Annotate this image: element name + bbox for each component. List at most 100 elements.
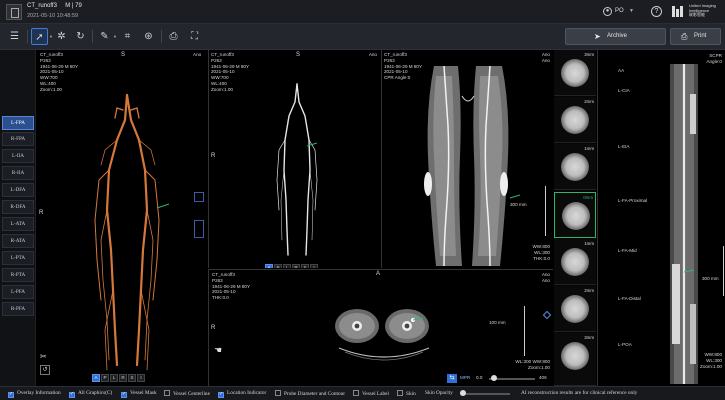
vessel-cross-section <box>561 153 589 181</box>
display-options-bar: ✓ Overlay Information ✓ All Graphics(C) ✓ V… <box>0 386 725 400</box>
overlay-tag: Ano <box>541 58 550 63</box>
overlay-information-checkbox[interactable]: ✓ Overlay Information <box>8 390 61 398</box>
vessel-item-l-fpa[interactable]: L-FPA <box>2 116 34 130</box>
orientation-top: A <box>376 271 381 277</box>
segment-label: L-CIA <box>618 88 630 93</box>
direction-s-button[interactable]: S <box>128 374 136 382</box>
export-icon[interactable]: ⎙ <box>165 28 182 45</box>
scale-bar <box>545 186 546 236</box>
vessel-item-l-pfa[interactable]: L-PFA <box>2 285 34 299</box>
vessel-item-l-ata[interactable]: L-ATA <box>2 217 34 231</box>
vessel-cross-section <box>561 59 589 87</box>
axial-image <box>335 309 430 361</box>
axial-viewport[interactable]: CT_runoff3 P263 1941-06-29 M 80Y 2021-05… <box>208 269 553 386</box>
direction-a-button[interactable]: A <box>265 264 273 268</box>
direction-p-button[interactable]: P <box>101 374 109 382</box>
direction-r-button[interactable]: R <box>119 374 127 382</box>
direction-r-button[interactable]: R <box>292 264 300 268</box>
direction-i-button[interactable]: I <box>137 374 145 382</box>
skin-checkbox[interactable]: Skin <box>397 390 416 397</box>
study-datetime: 2021-05-10 10:48:59 <box>27 13 79 19</box>
overlay-info: CT_runoff3 P263 1941-06-29 M 80Y 2021-05… <box>212 272 251 301</box>
direction-a-button[interactable]: A <box>92 374 100 382</box>
measure-icon[interactable]: ⌗ <box>119 28 136 45</box>
cpr-viewport[interactable]: CT_runoff3 P263 1941-06-29 M 80Y 2021-05… <box>381 50 553 268</box>
mpr-toggle-icon[interactable]: ⇆ <box>447 374 457 383</box>
vessel-centerline-checkbox[interactable]: Vessel Centerline <box>164 390 210 397</box>
vessel-item-r-ata[interactable]: R-ATA <box>2 234 34 248</box>
direction-l-button[interactable]: L <box>283 264 291 268</box>
chevron-down-icon[interactable]: ▼ <box>629 8 634 14</box>
fullscreen-icon[interactable]: ⛶ <box>186 28 203 45</box>
scissors-icon[interactable]: ✂ <box>40 352 50 362</box>
probe-diameter-checkbox[interactable]: Probe Diameter and Contour <box>275 390 345 397</box>
user-icon[interactable]: ● <box>603 7 612 16</box>
checkbox-checked-icon: ✓ <box>218 392 224 398</box>
print-button[interactable]: ⎙ Print <box>670 28 721 45</box>
vessel-item-l-dfa[interactable]: L-DFA <box>2 183 34 197</box>
segment-label: L-EIA <box>618 144 630 149</box>
cross-section-cell[interactable]: 3mm <box>554 333 596 386</box>
vessel-item-l-iia[interactable]: L-IIA <box>2 149 34 163</box>
skin-opacity-label: Skin Opacity <box>425 390 453 396</box>
cross-section-cell[interactable]: 2mm <box>554 97 596 143</box>
all-graphics-checkbox[interactable]: ✓ All Graphics(C) <box>69 390 112 398</box>
vessel-item-r-pta[interactable]: R-PTA <box>2 268 34 282</box>
cross-section-cell-selected[interactable]: 0mm <box>554 192 596 238</box>
vessel-item-r-fpa[interactable]: R-FPA <box>2 132 34 146</box>
orientation-left: R <box>211 153 216 159</box>
cross-section-cell[interactable]: 2mm <box>554 286 596 332</box>
mpr-slider-knob[interactable] <box>491 375 497 381</box>
checkbox-checked-icon: ✓ <box>121 392 127 398</box>
skin-opacity-knob[interactable] <box>460 390 466 396</box>
hand-pan-icon[interactable]: ☚ <box>214 344 226 356</box>
mip-viewport[interactable]: CT_runoff3 P263 1941-06-29 M 80Y 2021-05… <box>208 50 380 268</box>
scale-label: 300 mm <box>510 202 527 207</box>
overlay-tag: Ano <box>541 52 550 57</box>
vessel-cross-section <box>561 106 589 134</box>
cross-section-cell[interactable]: 1mm <box>554 239 596 285</box>
chevron-down-icon[interactable]: ▼ <box>113 34 117 39</box>
vessel-item-l-pta[interactable]: L-PTA <box>2 251 34 265</box>
segment-label: L-POA <box>618 342 632 347</box>
vessel-item-r-iia[interactable]: R-IIA <box>2 166 34 180</box>
brand-logo-icon <box>672 6 683 17</box>
vessel-item-r-dfa[interactable]: R-DFA <box>2 200 34 214</box>
view-direction-bar: APLRSI <box>92 366 146 382</box>
checkbox-checked-icon: ✓ <box>8 392 14 398</box>
magic-wand-icon[interactable]: ✲ <box>53 28 70 45</box>
vessel-mask-checkbox[interactable]: ✓ Vessel Mask <box>121 390 157 398</box>
cross-section-cell[interactable]: 3mm <box>554 50 596 96</box>
cross-section-cell[interactable]: 1mm <box>554 144 596 190</box>
checkbox-unchecked-icon <box>275 390 281 396</box>
scpr-viewport[interactable]: SCPR Angle:0 AA L-CIA L-EIA L-FA-Proxima… <box>597 50 725 386</box>
printer-icon: ⎙ <box>681 32 688 41</box>
direction-i-button[interactable]: I <box>310 264 318 268</box>
vessel-tracking-icon[interactable]: ⊛ <box>140 28 157 45</box>
archive-button[interactable]: ➤ Archive <box>565 28 666 45</box>
vessel-label-checkbox[interactable]: Vessel Label <box>353 390 389 397</box>
direction-p-button[interactable]: P <box>274 264 282 268</box>
help-icon[interactable]: ? <box>651 6 662 17</box>
skin-opacity-slider[interactable] <box>460 393 510 395</box>
window-level: WW:800 WL:300 Zoom:1.00 <box>700 352 722 369</box>
orientation-top: S <box>296 52 301 58</box>
mpr-label: MPR <box>460 375 471 380</box>
rotate-icon[interactable]: ↻ <box>72 28 89 45</box>
vessel-item-r-pfa[interactable]: R-PFA <box>2 302 34 316</box>
list-icon[interactable]: ☰ <box>6 28 23 45</box>
user-name[interactable]: PO <box>615 8 624 14</box>
vessel-tree-3d <box>94 93 170 371</box>
reset-icon[interactable]: ↺ <box>40 365 50 375</box>
direction-s-button[interactable]: S <box>301 264 309 268</box>
view-direction-bar: APLRSI <box>265 256 319 268</box>
segment-label: AA <box>618 68 625 73</box>
minimap-box[interactable] <box>194 192 204 202</box>
vr-viewport[interactable]: S R ✂ ↺ APLRSI <box>37 50 207 386</box>
scale-label: 100 mm <box>489 320 506 325</box>
location-indicator-checkbox[interactable]: ✓ Location Indicator <box>218 390 266 398</box>
minimap-box[interactable] <box>194 220 204 238</box>
select-pointer-icon[interactable]: ➚ <box>31 28 48 45</box>
direction-l-button[interactable]: L <box>110 374 118 382</box>
pen-icon[interactable]: ✎ <box>96 28 113 45</box>
